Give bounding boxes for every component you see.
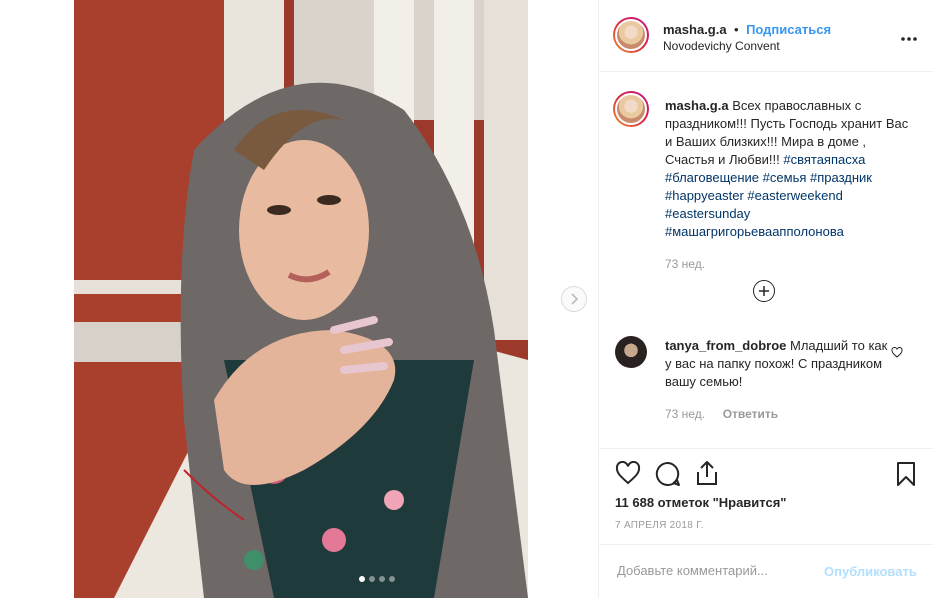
comment-item: tanya_from_dobroe Младший то как у вас н… [665, 337, 890, 423]
carousel-next-button[interactable] [561, 286, 587, 312]
post-caption: masha.g.a Всех православных с праздником… [665, 97, 915, 273]
carousel-dot-1 [359, 576, 365, 582]
load-more-comments-button[interactable] [753, 280, 775, 302]
heart-icon [615, 460, 641, 485]
post-date[interactable]: 7 АПРЕЛЯ 2018 Г. [615, 520, 704, 531]
hashtag[interactable]: #семья [763, 170, 807, 185]
comment-button[interactable] [655, 461, 681, 492]
plus-circle-icon [759, 286, 769, 296]
commenter-avatar[interactable] [615, 336, 647, 368]
caption-time[interactable]: 73 нед. [665, 255, 915, 273]
caption-avatar[interactable] [613, 91, 649, 127]
hashtag[interactable]: #машагригорьеваапполонова [665, 224, 844, 239]
post-photo-image [74, 0, 528, 598]
follow-button[interactable]: Подписаться [746, 22, 831, 37]
publish-button[interactable]: Опубликовать [824, 564, 917, 579]
header-separator: • [734, 22, 739, 37]
hashtag[interactable]: #благовещение [665, 170, 759, 185]
carousel-dot-3 [379, 576, 385, 582]
author-avatar[interactable] [613, 17, 649, 53]
share-icon [697, 461, 717, 485]
bookmark-icon [897, 462, 915, 486]
likes-count[interactable]: 11 688 отметок "Нравится" [615, 495, 786, 510]
save-button[interactable] [896, 461, 916, 492]
chevron-right-icon [571, 293, 579, 305]
more-options-button[interactable] [900, 26, 918, 47]
hashtag[interactable]: #happyeaster [665, 188, 744, 203]
share-button[interactable] [696, 460, 718, 491]
post-header: masha.g.a • Подписаться Novodevichy Conv… [599, 0, 933, 72]
like-button[interactable] [615, 460, 641, 490]
reply-button[interactable]: Ответить [723, 407, 778, 421]
post-photo[interactable] [74, 0, 528, 598]
comment-icon [655, 461, 680, 486]
more-horizontal-icon [901, 37, 917, 41]
hashtag[interactable]: #святаяпасха [783, 152, 865, 167]
author-username[interactable]: masha.g.a [663, 22, 727, 37]
heart-outline-small-icon [891, 346, 903, 358]
post-side-panel: masha.g.a • Подписаться Novodevichy Conv… [598, 0, 933, 598]
comment-input[interactable] [615, 562, 809, 579]
caption-username[interactable]: masha.g.a [665, 98, 729, 113]
carousel-indicator [359, 576, 395, 582]
hashtag[interactable]: #easterweekend [747, 188, 842, 203]
hashtag[interactable]: #eastersunday [665, 206, 750, 221]
comment-like-button[interactable] [891, 345, 903, 363]
comment-time[interactable]: 73 нед. [665, 407, 705, 421]
hashtag[interactable]: #праздник [810, 170, 872, 185]
post-location[interactable]: Novodevichy Convent [663, 39, 780, 53]
carousel-dot-4 [389, 576, 395, 582]
comment-username[interactable]: tanya_from_dobroe [665, 338, 786, 353]
add-comment-bar: Опубликовать [599, 544, 933, 598]
carousel-dot-2 [369, 576, 375, 582]
